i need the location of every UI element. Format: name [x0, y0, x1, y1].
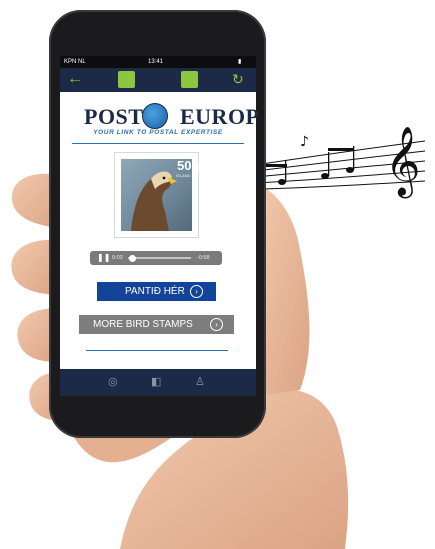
- stamp-icon[interactable]: ◧: [151, 375, 161, 388]
- order-button-label: PANTIÐ HÉR: [125, 286, 185, 297]
- divider: [72, 143, 244, 144]
- svg-text:♪: ♪: [300, 134, 309, 150]
- progress-knob[interactable]: [129, 254, 136, 262]
- pause-icon[interactable]: ❚❚: [97, 253, 110, 263]
- order-button[interactable]: PANTIÐ HÉR ›: [97, 282, 216, 301]
- arrow-left-icon[interactable]: ←: [67, 70, 83, 88]
- logo-text-europ: EUROP: [180, 104, 260, 129]
- app-bar: [60, 68, 256, 92]
- divider: [86, 350, 228, 351]
- audio-player[interactable]: ❚❚ 0:03 -0:58: [90, 251, 222, 265]
- logo-tagline: YOUR LINK TO POSTAL EXPERTISE: [93, 129, 223, 136]
- battery-icon: ▮: [238, 59, 242, 65]
- remaining-time: -0:58: [197, 254, 210, 261]
- refresh-icon[interactable]: ↻: [232, 70, 244, 88]
- progress-track[interactable]: [128, 257, 191, 259]
- home-button[interactable]: [118, 71, 135, 88]
- status-bar: KPN NL 13:41 ▮: [60, 56, 256, 68]
- more-button-label: MORE BIRD STAMPS: [93, 319, 193, 330]
- chevron-right-icon: ›: [210, 318, 223, 331]
- svg-text:𝄞: 𝄞: [385, 126, 420, 198]
- stamp-denomination: 50g: [177, 158, 200, 173]
- clock: 13:41: [148, 59, 164, 65]
- share-button[interactable]: [181, 71, 198, 88]
- globe-icon: [142, 103, 168, 129]
- user-icon[interactable]: ♙: [195, 375, 205, 388]
- logo-text-post: POST: [84, 104, 144, 129]
- stamp-country: ÍSLAND: [176, 173, 191, 178]
- chevron-right-icon: ›: [190, 285, 203, 298]
- more-bird-stamps-button[interactable]: MORE BIRD STAMPS ›: [79, 315, 234, 334]
- current-time: 0:03: [112, 254, 123, 261]
- compass-icon[interactable]: ◎: [108, 375, 118, 388]
- carrier-label: KPN NL: [64, 59, 86, 65]
